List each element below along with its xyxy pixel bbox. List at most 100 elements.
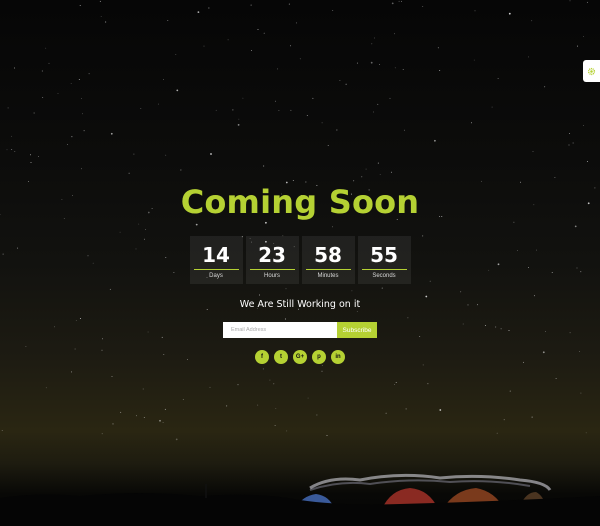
star	[167, 20, 169, 21]
star	[569, 0, 571, 2]
star	[210, 153, 212, 155]
countdown-divider	[249, 269, 295, 270]
star	[336, 129, 338, 131]
settings-toggle-button[interactable]	[583, 60, 600, 82]
star	[372, 111, 374, 113]
email-input[interactable]	[223, 322, 337, 338]
star	[496, 432, 498, 434]
star	[48, 62, 50, 64]
star	[88, 73, 90, 75]
star	[180, 169, 182, 171]
star	[278, 110, 280, 112]
star	[531, 416, 533, 418]
star	[405, 408, 407, 410]
countdown-seconds-value: 55	[370, 243, 398, 267]
star	[33, 112, 35, 114]
star	[81, 98, 83, 99]
star	[227, 39, 229, 41]
star	[585, 432, 587, 434]
countdown-days: 14 Days	[189, 236, 243, 284]
star	[209, 386, 211, 388]
star	[71, 371, 73, 373]
star	[299, 58, 301, 60]
star	[286, 430, 288, 432]
star	[554, 177, 556, 179]
countdown-divider	[305, 269, 351, 270]
star	[379, 173, 381, 175]
star	[531, 20, 533, 22]
star	[71, 136, 73, 138]
page-title: Coming Soon	[180, 183, 420, 221]
star	[583, 36, 584, 37]
star	[508, 12, 511, 15]
star	[401, 0, 402, 2]
star	[83, 130, 85, 132]
star	[42, 97, 44, 99]
star	[133, 153, 135, 155]
star	[263, 165, 265, 167]
star	[555, 378, 557, 380]
star	[14, 150, 16, 152]
main-content: Coming Soon 14 Days 23 Hours 58 Minutes …	[0, 180, 600, 364]
star	[11, 135, 13, 137]
pinterest-link[interactable]: p	[312, 350, 326, 364]
star	[162, 422, 164, 424]
star	[257, 29, 259, 31]
star	[471, 122, 472, 124]
star	[30, 161, 32, 163]
twitter-link[interactable]: t	[274, 350, 288, 364]
light-trail	[309, 479, 531, 491]
countdown-minutes-label: Minutes	[317, 273, 339, 279]
star	[30, 154, 32, 156]
star	[385, 412, 387, 414]
star	[394, 67, 396, 69]
subscribe-button[interactable]: Subscribe	[337, 322, 377, 338]
star	[197, 11, 200, 14]
star	[238, 118, 240, 120]
star	[339, 80, 341, 82]
star	[7, 107, 9, 109]
star	[176, 89, 179, 92]
star	[274, 100, 276, 102]
countdown-divider	[193, 269, 239, 270]
star	[120, 411, 122, 413]
star	[290, 45, 292, 47]
star	[532, 151, 534, 153]
star	[100, 16, 102, 17]
star	[165, 154, 167, 156]
star	[237, 124, 240, 126]
star	[345, 83, 347, 85]
star	[373, 37, 375, 39]
star	[497, 78, 499, 79]
star	[175, 53, 177, 55]
linkedin-link[interactable]: in	[331, 350, 345, 364]
star	[586, 1, 588, 3]
star	[277, 68, 279, 70]
star	[394, 33, 395, 35]
star	[135, 415, 137, 417]
star	[503, 419, 505, 421]
countdown-seconds-label: Seconds	[372, 273, 396, 279]
star	[390, 171, 392, 173]
star	[208, 7, 210, 9]
countdown-minutes-value: 58	[314, 243, 342, 267]
star	[356, 62, 358, 64]
star	[57, 92, 59, 94]
star	[1, 430, 3, 431]
star	[41, 70, 43, 72]
star	[257, 404, 259, 406]
star	[157, 103, 159, 105]
star	[82, 113, 83, 115]
star	[175, 438, 178, 441]
star	[290, 109, 292, 111]
countdown-seconds: 55 Seconds	[357, 236, 411, 284]
star	[182, 398, 184, 400]
google-plus-link[interactable]: G+	[293, 350, 307, 364]
star	[422, 5, 424, 7]
star	[78, 79, 80, 81]
star	[312, 97, 314, 99]
linkedin-icon: in	[335, 354, 341, 360]
star	[143, 416, 145, 418]
star	[269, 379, 271, 381]
facebook-link[interactable]: f	[255, 350, 269, 364]
